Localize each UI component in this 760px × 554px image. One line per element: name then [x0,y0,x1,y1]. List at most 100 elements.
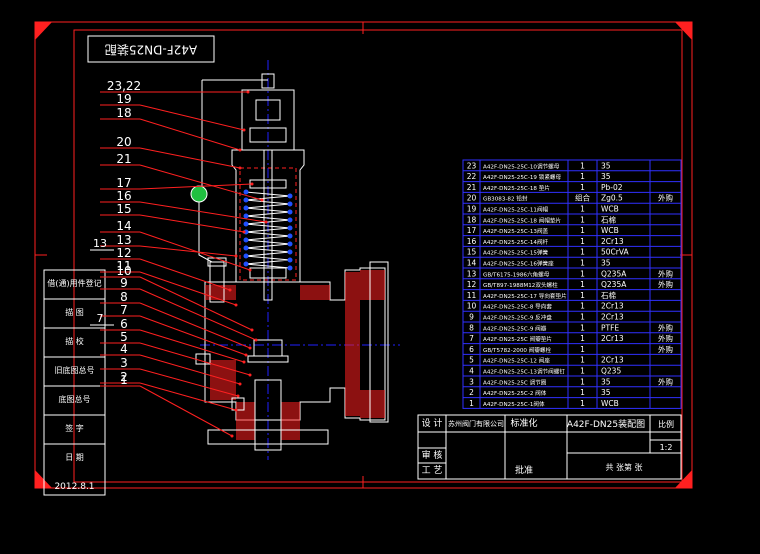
bom-cell-name: A42F-DN25-25C-18 阀帽垫片 [483,216,562,224]
leader-dot [248,346,252,350]
balloon-number: 12 [116,246,131,260]
bom-cell-qty: 1 [580,226,585,235]
balloon-number: 4 [120,342,128,356]
spring-wire-section [287,249,293,255]
spring-wire-section [287,209,293,215]
bom-cell-no: 10 [467,302,477,311]
bom-cell-name: A42F-DN25-25C-16弹簧座 [483,260,554,268]
leader-dot [264,220,268,224]
leader-dot [234,408,238,412]
balloon-number: 17 [116,176,131,190]
tb-review-label: 审 核 [422,449,443,461]
leader-dot [246,90,250,94]
bom-cell-name: A42F-DN25-25C-10调节螺母 [483,162,560,170]
bom-cell-mat: 50CrVA [601,248,630,257]
registration-label: 日 期 [65,453,84,462]
bom-cell-mat: 2Cr13 [601,237,624,246]
bom-cell-mat: 35 [601,161,611,170]
balloon-number: 3 [120,356,128,370]
bom-cell-qty: 1 [580,248,585,257]
tb-design-label: 设 计 [422,417,443,429]
bom-cell-mat: WCB [601,205,619,214]
balloon-number: 15 [116,202,131,216]
leader-dot [228,288,232,292]
bom-cell-name: A42F-DN25-25C-18 垫片 [483,184,550,192]
bom-cell-name: A42F-DN25-25C-9 阀瓣 [483,324,547,332]
spring-wire-section [287,201,293,207]
bom-cell-no: 1 [469,399,474,408]
tb-standard-label: 标准化 [510,417,537,429]
bom-cell-no: 23 [467,161,477,170]
bom-cell-name: A42F-DN25-25C 调节圈 [483,378,547,386]
spring-wire-section [243,189,249,195]
leader-dot [238,148,242,152]
bom-cell-mark: 外购 [658,344,673,354]
leader-line [139,245,237,257]
leader-dot [260,198,264,202]
spring-wire-section [287,265,293,271]
tb-sheets-label: 共 张第 张 [605,462,642,472]
balloon-number: 18 [116,106,131,120]
bom-cell-mark: 外购 [658,279,673,289]
bom-cell-name: GB/T897-1988M12双头螺柱 [483,281,558,289]
leader-dot [254,338,258,342]
bom-cell-no: 6 [469,345,474,354]
bom-cell-name: A42F-DN25-25C-13阀盖 [483,227,549,235]
leader-line [139,201,267,223]
balloon-number: 16 [116,189,131,203]
registration-label: 借(通)用件登记 [47,278,101,288]
bom-cell-no: 20 [467,194,477,203]
leader-dot [234,303,238,307]
bom-cell-mat: 2Cr13 [601,313,624,322]
bom-cell-no: 3 [469,377,474,386]
bom-cell-mat: Q235 [601,367,621,376]
spring-coil [245,191,291,269]
assembly-drawing: A42F-DN25装配 借(通)用件登记描 图描 校旧底图总号底图总号签 字日 … [34,21,693,496]
spring-wire-section [287,225,293,231]
leader-dot [234,254,238,258]
bom-cell-no: 5 [469,356,474,365]
bom-cell-no: 19 [467,205,477,214]
side-number: 13 [93,237,107,250]
tb-approve-label: 批准 [515,464,533,476]
leader-dot [242,128,246,132]
spring-wire-section [287,241,293,247]
balloon-number: 9 [120,276,128,290]
bom-cell-name: A42F-DN25-25C-17 导向套垫片 [483,292,567,300]
bom-cell-mark: 外购 [658,333,673,343]
bom-cell-mat: 石棉 [601,214,616,224]
drawing-date: 2012.8.1 [54,482,94,492]
bom-cell-mat: 2Cr13 [601,356,624,365]
bom-cell-qty: 1 [580,323,585,332]
bom-cell-mat: Zg0.5 [601,194,623,203]
spring-wire-section [243,221,249,227]
bom-cell-name: A42F-DN25-25C 阀瓣垫片 [483,335,552,343]
leader-dot [248,373,252,377]
spring-wire-section [243,245,249,251]
title-box-inverted: A42F-DN25装配 [87,35,215,63]
registration-label: 描 图 [65,307,84,317]
bom-cell-qty: 1 [580,215,585,224]
leader-dot [230,434,234,438]
bom-cell-name: A42F-DN25-25C-19 锁紧螺母 [483,173,562,181]
bom-cell-name: GB/T5782-2000 阀瓣螺栓 [483,346,552,354]
bom-cell-no: 22 [467,172,477,181]
leader-dot [242,360,246,364]
bom-cell-no: 4 [469,367,474,376]
leader-line [139,118,241,151]
bom-cell-qty: 1 [580,205,585,214]
leader-dot [238,382,242,386]
bom-cell-name: A42F-DN25-25C-11阀帽 [483,206,549,214]
leader-dot [250,328,254,332]
balloon-number: 21 [116,152,131,166]
balloon-number: 19 [116,92,131,106]
balloon-number: 8 [120,290,128,304]
bom-cell-mat: 石棉 [601,290,616,300]
bom-cell-no: 9 [469,313,474,322]
bom-cell-qty: 1 [580,259,585,268]
spring-wire-section [243,261,249,267]
spring-wire-section [243,213,249,219]
leader-line [139,302,251,349]
leader-line [139,104,245,131]
title-block: 设 计 苏州阀门有限公司 标准化 A42F-DN25装配图 比例 1:2 审 核… [417,414,682,480]
